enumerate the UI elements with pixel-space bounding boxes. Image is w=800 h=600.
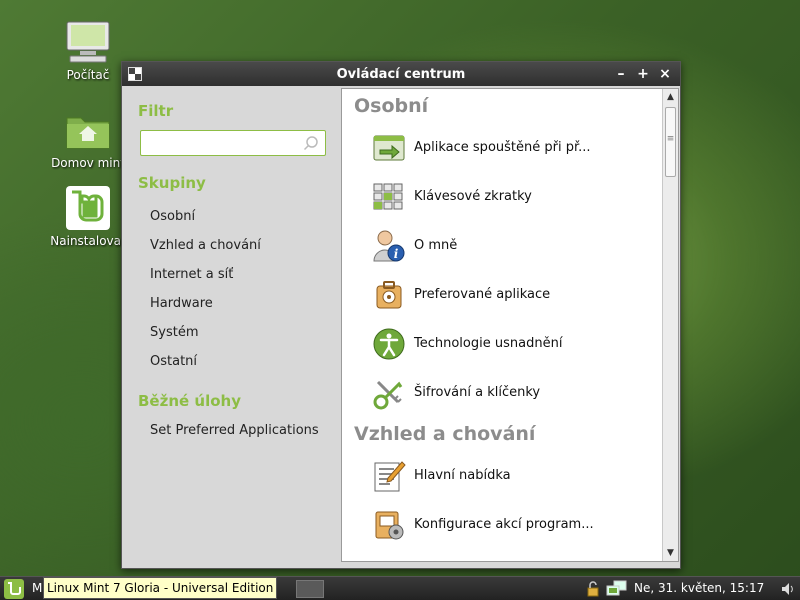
lock-icon[interactable] bbox=[586, 581, 600, 597]
file-actions-config-icon bbox=[372, 508, 406, 542]
home-folder-icon bbox=[64, 108, 112, 152]
computer-icon bbox=[64, 20, 112, 64]
window-menu-icon[interactable] bbox=[128, 67, 142, 81]
network-icon[interactable] bbox=[606, 580, 628, 598]
filter-input[interactable] bbox=[145, 132, 295, 154]
app-item-label: Preferované aplikace bbox=[414, 287, 551, 302]
sidebar-item-internet-network[interactable]: Internet a síť bbox=[138, 260, 325, 289]
sidebar-item-other[interactable]: Ostatní bbox=[138, 347, 325, 376]
content-pane: Osobní Aplikace spouštěné při př... Kláv… bbox=[341, 88, 679, 562]
linux-mint-logo-icon bbox=[64, 186, 112, 230]
control-center-window: Ovládací centrum – + × Filtr Skupiny Oso… bbox=[121, 61, 681, 569]
menu-button-label[interactable]: M bbox=[32, 581, 42, 595]
search-icon[interactable] bbox=[303, 135, 319, 151]
app-item-accessibility[interactable]: Technologie usnadnění bbox=[354, 319, 662, 368]
category-heading-look-and-feel: Vzhled a chování bbox=[354, 423, 536, 445]
app-item-label: Technologie usnadnění bbox=[414, 336, 563, 351]
app-item-main-menu[interactable]: Hlavní nabídka bbox=[354, 451, 662, 500]
app-item-preferred-applications[interactable]: Preferované aplikace bbox=[354, 270, 662, 319]
category-heading-personal: Osobní bbox=[354, 95, 429, 117]
common-tasks-heading: Běžné úlohy bbox=[138, 392, 241, 410]
app-item-label: Šifrování a klíčenky bbox=[414, 385, 541, 400]
sidebar-item-hardware[interactable]: Hardware bbox=[138, 289, 325, 318]
filter-search-box[interactable] bbox=[140, 130, 326, 156]
sidebar-item-look-and-feel[interactable]: Vzhled a chování bbox=[138, 231, 325, 260]
tooltip: Linux Mint 7 Gloria - Universal Edition bbox=[43, 577, 278, 599]
maximize-button[interactable]: + bbox=[632, 66, 654, 82]
app-item-label: Hlavní nabídka bbox=[414, 468, 511, 483]
clock[interactable]: Ne, 31. květen, 15:17 bbox=[634, 581, 764, 595]
sidebar: Filtr Skupiny Osobní Vzhled a chování In… bbox=[122, 86, 341, 568]
window-titlebar[interactable]: Ovládací centrum – + × bbox=[122, 62, 680, 86]
scroll-down-arrow-icon[interactable]: ▼ bbox=[663, 545, 678, 561]
taskbar-window-button[interactable] bbox=[296, 580, 324, 598]
svg-text:i: i bbox=[394, 247, 399, 261]
app-item-encryption-keyrings[interactable]: Šifrování a klíčenky bbox=[354, 368, 662, 417]
startup-apps-icon bbox=[372, 131, 406, 165]
content-scrollbar[interactable]: ▲ ▼ bbox=[662, 89, 678, 561]
sidebar-item-system[interactable]: Systém bbox=[138, 318, 325, 347]
app-item-startup-applications[interactable]: Aplikace spouštěné při př... bbox=[354, 123, 662, 172]
app-item-label: Konfigurace akcí program... bbox=[414, 517, 594, 532]
filter-heading: Filtr bbox=[138, 102, 174, 120]
main-menu-icon bbox=[372, 459, 406, 493]
mint-menu-icon[interactable] bbox=[4, 579, 24, 599]
app-item-label: Klávesové zkratky bbox=[414, 189, 532, 204]
accessibility-icon bbox=[372, 327, 406, 361]
minimize-button[interactable]: – bbox=[610, 66, 632, 82]
window-title: Ovládací centrum bbox=[336, 66, 466, 82]
encryption-keyrings-icon bbox=[372, 376, 406, 410]
app-item-file-actions-config[interactable]: Konfigurace akcí program... bbox=[354, 500, 662, 549]
scroll-thumb[interactable] bbox=[665, 107, 676, 177]
task-set-preferred-applications[interactable]: Set Preferred Applications bbox=[138, 420, 325, 442]
sidebar-item-personal[interactable]: Osobní bbox=[138, 202, 325, 231]
close-button[interactable]: × bbox=[654, 66, 676, 82]
app-item-about-me[interactable]: i O mně bbox=[354, 221, 662, 270]
app-item-keyboard-shortcuts[interactable]: Klávesové zkratky bbox=[354, 172, 662, 221]
scroll-up-arrow-icon[interactable]: ▲ bbox=[663, 89, 678, 105]
app-item-label: O mně bbox=[414, 238, 458, 253]
volume-icon[interactable] bbox=[780, 581, 796, 597]
groups-heading: Skupiny bbox=[138, 174, 206, 192]
preferred-apps-icon bbox=[372, 278, 406, 312]
about-me-icon: i bbox=[372, 229, 406, 263]
keyboard-shortcuts-icon bbox=[372, 180, 406, 214]
app-item-label: Aplikace spouštěné při př... bbox=[414, 140, 591, 155]
